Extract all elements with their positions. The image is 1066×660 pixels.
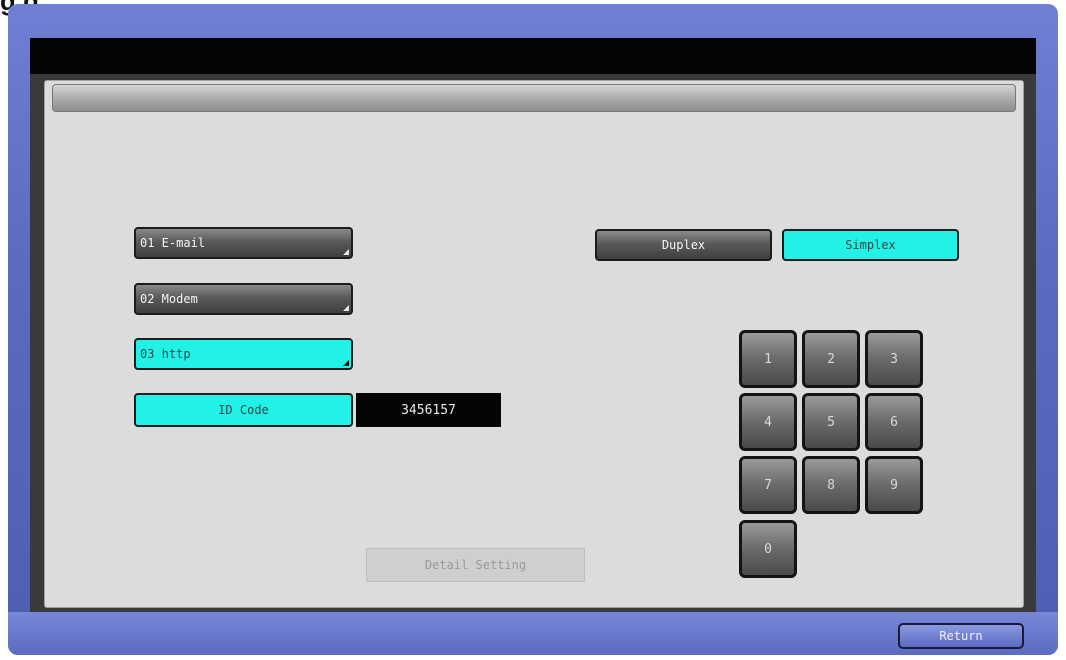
keypad-key-0[interactable]: 0 xyxy=(739,520,797,578)
simplex-label: Simplex xyxy=(845,238,896,252)
keypad-key-7[interactable]: 7 xyxy=(739,456,797,514)
keypad-key-4[interactable]: 4 xyxy=(739,393,797,451)
keypad-key-9[interactable]: 9 xyxy=(865,456,923,514)
submenu-corner-icon xyxy=(343,249,349,255)
detail-setting-button: Detail Setting xyxy=(366,548,585,582)
id-code-button[interactable]: ID Code xyxy=(134,393,353,427)
panel-header-bar xyxy=(52,84,1016,112)
keypad-key-5[interactable]: 5 xyxy=(802,393,860,451)
title-bar xyxy=(30,38,1036,74)
duplex-label: Duplex xyxy=(661,238,706,252)
destination-http-label: 03 http xyxy=(140,347,191,361)
keypad-key-6[interactable]: 6 xyxy=(865,393,923,451)
id-code-display: 3456157 xyxy=(356,393,501,427)
destination-email-label: 01 E-mail xyxy=(140,236,206,250)
simplex-button[interactable]: Simplex xyxy=(782,229,959,261)
submenu-corner-icon xyxy=(343,305,349,311)
keypad-key-3[interactable]: 3 xyxy=(865,330,923,388)
destination-http-button[interactable]: 03 http xyxy=(134,338,353,370)
id-code-label: ID Code xyxy=(218,403,269,417)
submenu-corner-icon xyxy=(343,360,349,366)
keypad-key-1[interactable]: 1 xyxy=(739,330,797,388)
keypad-key-2[interactable]: 2 xyxy=(802,330,860,388)
duplex-button[interactable]: Duplex xyxy=(595,229,772,261)
return-button[interactable]: Return xyxy=(898,623,1024,649)
destination-email-button[interactable]: 01 E-mail xyxy=(134,227,353,259)
destination-modem-label: 02 Modem xyxy=(140,292,198,306)
keypad-key-8[interactable]: 8 xyxy=(802,456,860,514)
destination-modem-button[interactable]: 02 Modem xyxy=(134,283,353,315)
